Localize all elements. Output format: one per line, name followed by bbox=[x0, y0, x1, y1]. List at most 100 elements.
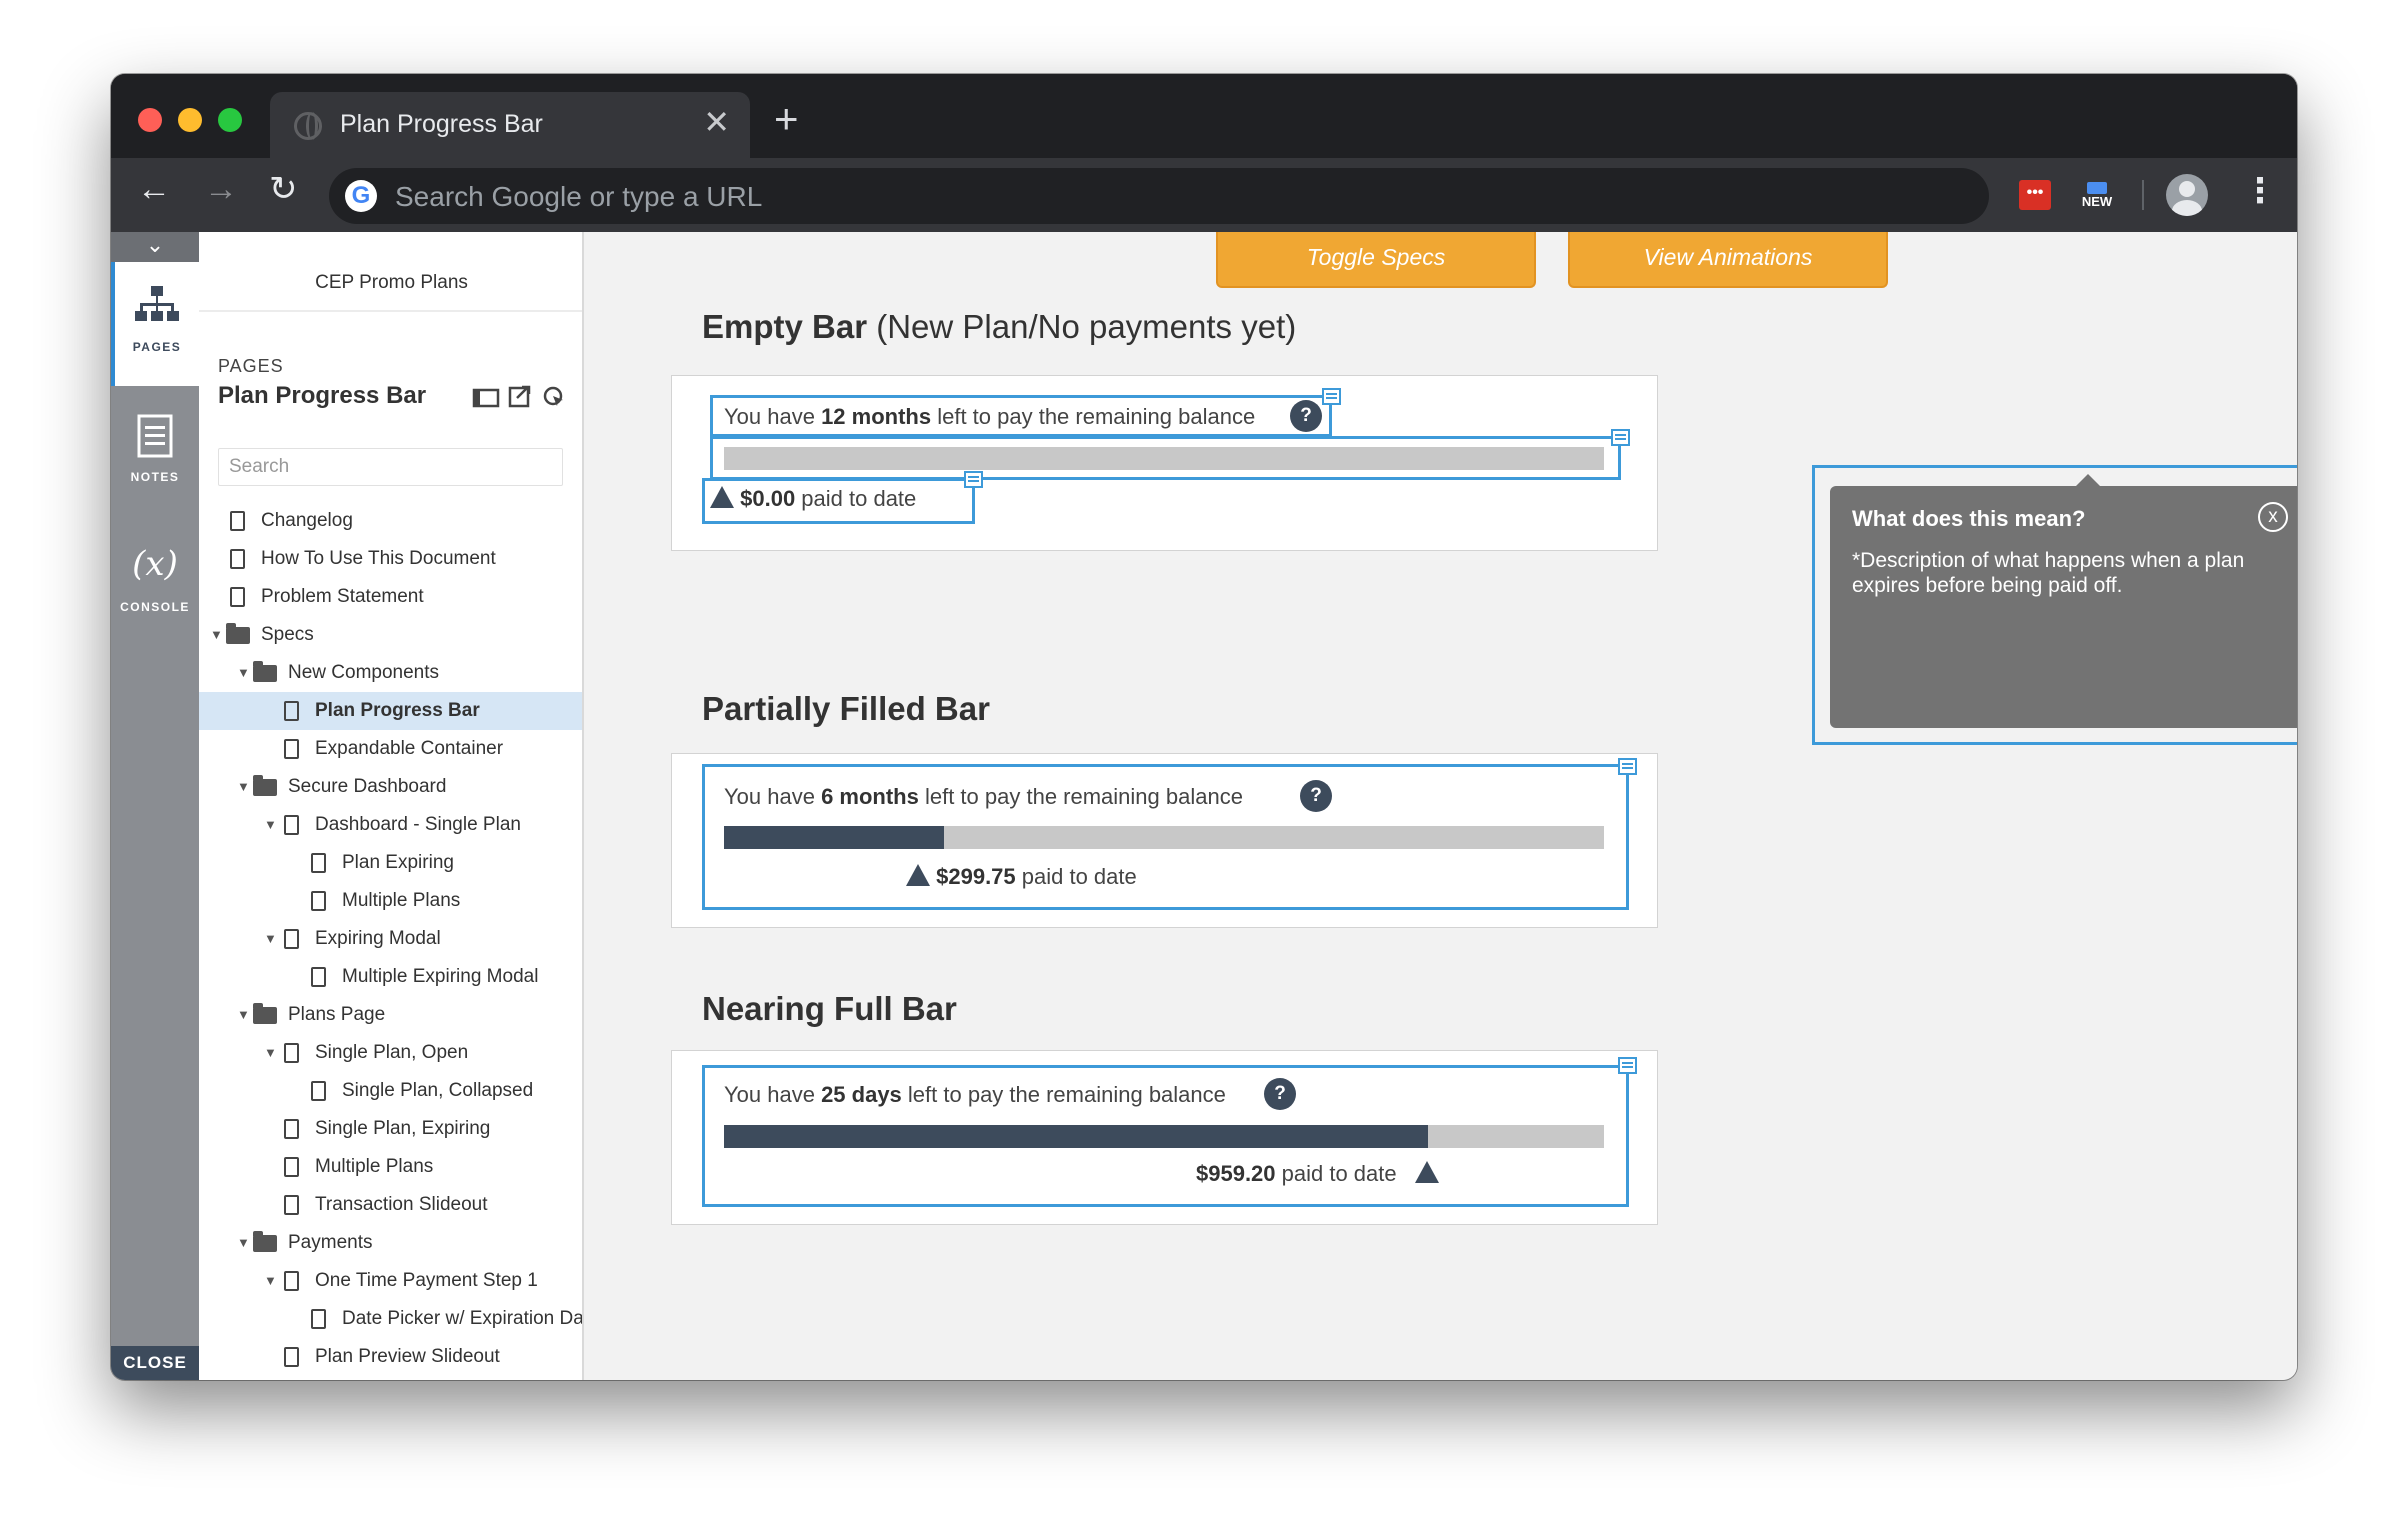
caret-down-icon[interactable]: ▼ bbox=[264, 806, 280, 844]
progress-card-nearing: You have 25 days left to pay the remaini… bbox=[671, 1050, 1658, 1225]
back-arrow-icon[interactable]: ← bbox=[137, 172, 171, 206]
sitemap-folder[interactable]: ▼ Specs bbox=[199, 616, 582, 654]
section-title-text: Empty Bar bbox=[702, 308, 868, 345]
pages-heading: PAGES bbox=[218, 356, 284, 376]
prototype-canvas: Toggle Specs View Animations Empty Bar (… bbox=[586, 232, 2297, 1380]
kebab-menu-icon[interactable]: ⋮ bbox=[2243, 174, 2277, 208]
browser-window: Plan Progress Bar ✕ + ← → ↻ G Search Goo… bbox=[111, 74, 2297, 1380]
page-search-input[interactable]: Search bbox=[218, 448, 563, 486]
sitemap-page[interactable]: Transaction Slideout bbox=[199, 1186, 582, 1224]
minimize-window-button[interactable] bbox=[178, 108, 202, 132]
spec-note-icon[interactable] bbox=[964, 471, 983, 488]
sitemap-page[interactable]: Single Plan, Collapsed bbox=[199, 1072, 582, 1110]
left-rail: ⌄ PAGES NOTES (x) CONSOLE CLOSE bbox=[111, 232, 199, 1380]
sitemap-item-label: Problem Statement bbox=[261, 586, 424, 607]
sitemap-folder[interactable]: ▼ New Components bbox=[199, 654, 582, 692]
sitemap-page[interactable]: ▼ One Time Payment Step 1 bbox=[199, 1262, 582, 1300]
rail-console-tab[interactable]: (x) CONSOLE bbox=[111, 518, 199, 642]
sitemap-page[interactable]: How To Use This Document bbox=[199, 540, 582, 578]
sitemap-page[interactable]: ▼ Single Plan, Open bbox=[199, 1034, 582, 1072]
adaptive-view-icon[interactable] bbox=[472, 386, 500, 408]
sitemap-item-label: Transaction Slideout bbox=[315, 1194, 488, 1215]
reload-icon[interactable]: ↻ bbox=[269, 172, 298, 206]
close-window-button[interactable] bbox=[138, 108, 162, 132]
tooltip-title: What does this mean? bbox=[1852, 506, 2086, 531]
sitemap-page[interactable]: Problem Statement bbox=[199, 578, 582, 616]
page-icon bbox=[311, 853, 326, 873]
caret-down-icon[interactable]: ▼ bbox=[210, 616, 226, 654]
export-icon[interactable] bbox=[508, 384, 532, 408]
address-bar[interactable]: G Search Google or type a URL bbox=[329, 168, 1989, 224]
remaining-prefix: You have bbox=[724, 1082, 822, 1107]
triangle-marker-icon bbox=[1414, 1161, 1439, 1183]
spec-note-icon[interactable] bbox=[1611, 429, 1630, 446]
close-icon[interactable]: x bbox=[2258, 502, 2288, 532]
sitemap-page[interactable]: Plan Progress Bar bbox=[199, 692, 582, 730]
toggle-specs-button[interactable]: Toggle Specs bbox=[1216, 232, 1536, 288]
page-icon bbox=[230, 587, 245, 607]
sitemap-folder[interactable]: ▼ Payments bbox=[199, 1224, 582, 1262]
sitemap-page[interactable]: ▼ Dashboard - Single Plan bbox=[199, 806, 582, 844]
section-title-text: Partially Filled Bar bbox=[702, 690, 990, 727]
sitemap-page[interactable]: ▼ Expiring Modal bbox=[199, 920, 582, 958]
triangle-marker-icon bbox=[906, 864, 930, 886]
spec-note-icon[interactable] bbox=[1322, 388, 1341, 405]
rail-notes-tab[interactable]: NOTES bbox=[111, 392, 199, 516]
address-bar-placeholder: Search Google or type a URL bbox=[395, 181, 763, 212]
page-icon bbox=[284, 1043, 299, 1063]
caret-down-icon[interactable]: ▼ bbox=[237, 1224, 253, 1262]
sitemap-page[interactable]: Date Picker w/ Expiration Date bbox=[199, 1300, 582, 1338]
close-panel-button[interactable]: CLOSE bbox=[111, 1346, 199, 1380]
sitemap-folder[interactable]: ▼ Secure Dashboard bbox=[199, 768, 582, 806]
sitemap-page[interactable]: Multiple Plans bbox=[199, 1148, 582, 1186]
sitemap-item-label: How To Use This Document bbox=[261, 548, 496, 569]
sitemap-page[interactable]: Expandable Container bbox=[199, 730, 582, 768]
remaining-suffix: left to pay the remaining balance bbox=[931, 404, 1256, 429]
caret-down-icon[interactable]: ▼ bbox=[237, 768, 253, 806]
profile-avatar-icon[interactable] bbox=[2166, 174, 2208, 216]
page-content: ⌄ PAGES NOTES (x) CONSOLE CLOSE CEP Prom… bbox=[111, 232, 2297, 1380]
tab-title: Plan Progress Bar bbox=[340, 110, 543, 138]
progress-track bbox=[724, 826, 1604, 849]
sitemap-item-label: Dashboard - Single Plan bbox=[315, 814, 521, 835]
caret-down-icon[interactable]: ▼ bbox=[264, 1262, 280, 1300]
sitemap-page[interactable]: Multiple Plans bbox=[199, 882, 582, 920]
hotspot-icon[interactable] bbox=[542, 385, 566, 409]
help-icon[interactable]: ? bbox=[1264, 1078, 1296, 1110]
variable-icon: (x) bbox=[132, 544, 178, 584]
chevron-down-icon[interactable]: ⌄ bbox=[111, 232, 199, 262]
sitemap-item-label: Changelog bbox=[261, 510, 353, 531]
spec-note-icon[interactable] bbox=[1618, 1057, 1637, 1074]
help-icon[interactable]: ? bbox=[1300, 780, 1332, 812]
extension-red-icon[interactable]: ••• bbox=[2019, 180, 2051, 210]
page-icon bbox=[311, 1081, 326, 1101]
sitemap-item-label: Plans Page bbox=[288, 1004, 386, 1025]
sitemap-page[interactable]: Changelog bbox=[199, 502, 582, 540]
page-icon bbox=[284, 1157, 299, 1177]
new-tab-button[interactable]: + bbox=[774, 98, 799, 140]
sitemap-folder[interactable]: ▼ Plans Page bbox=[199, 996, 582, 1034]
caret-down-icon[interactable]: ▼ bbox=[237, 654, 253, 692]
section-subtitle: (New Plan/No payments yet) bbox=[876, 308, 1297, 345]
sitemap-page[interactable]: Single Plan, Expiring bbox=[199, 1110, 582, 1148]
sitemap-item-label: New Components bbox=[288, 662, 440, 683]
paid-to-date-label: $0.00 paid to date bbox=[710, 486, 916, 512]
browser-tab[interactable]: Plan Progress Bar ✕ bbox=[270, 92, 750, 158]
forward-arrow-icon[interactable]: → bbox=[204, 172, 238, 206]
zoom-window-button[interactable] bbox=[218, 108, 242, 132]
caret-down-icon[interactable]: ▼ bbox=[264, 1034, 280, 1072]
view-animations-button[interactable]: View Animations bbox=[1568, 232, 1888, 288]
spec-note-icon[interactable] bbox=[1618, 758, 1637, 775]
progress-fill bbox=[724, 1125, 1428, 1148]
rail-pages-tab[interactable]: PAGES bbox=[111, 262, 199, 386]
caret-down-icon[interactable]: ▼ bbox=[264, 920, 280, 958]
sitemap-page[interactable]: Plan Preview Slideout bbox=[199, 1338, 582, 1376]
extension-new-icon[interactable]: NEW bbox=[2079, 180, 2115, 210]
tab-close-icon[interactable]: ✕ bbox=[703, 106, 730, 138]
help-icon[interactable]: ? bbox=[1290, 400, 1322, 432]
browser-toolbar: ← → ↻ G Search Google or type a URL ••• … bbox=[111, 158, 2297, 232]
sitemap-page[interactable]: Multiple Expiring Modal bbox=[199, 958, 582, 996]
caret-down-icon[interactable]: ▼ bbox=[237, 996, 253, 1034]
sitemap-page[interactable]: Plan Expiring bbox=[199, 844, 582, 882]
sitemap-item-label: Specs bbox=[261, 624, 314, 645]
